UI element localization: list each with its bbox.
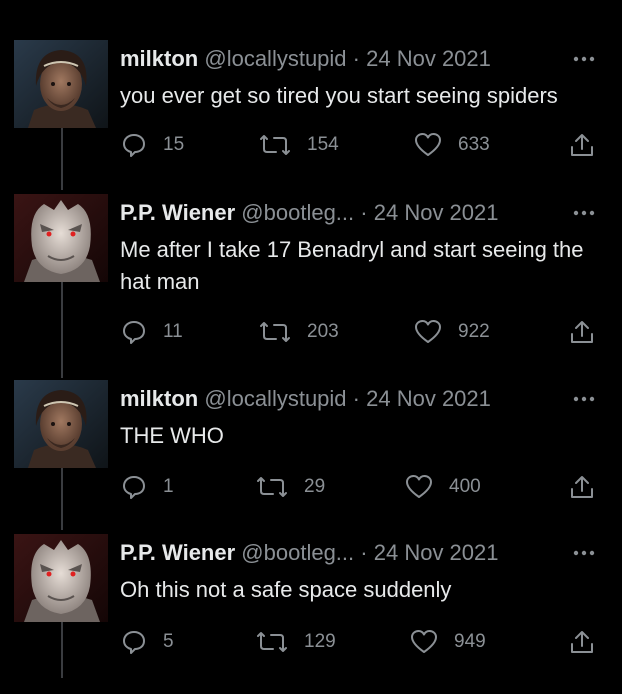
more-icon[interactable] — [566, 392, 602, 404]
heart-icon — [414, 319, 442, 345]
reply-count: 15 — [163, 134, 185, 155]
tweet-header: milkton @locallystupid · 24 Nov 2021 — [120, 44, 491, 74]
reply-icon — [121, 629, 147, 655]
user-handle[interactable]: @bootleg... — [241, 540, 354, 565]
reply-count: 11 — [163, 321, 183, 342]
avatar[interactable] — [14, 40, 108, 128]
more-icon[interactable] — [566, 546, 602, 558]
reply-count: 5 — [163, 631, 174, 652]
retweet-button[interactable]: 154 — [259, 128, 339, 162]
like-count: 922 — [458, 321, 490, 342]
retweet-count: 129 — [304, 631, 336, 652]
tweet-text: Oh this not a safe space suddenly — [120, 577, 452, 602]
retweet-count: 29 — [304, 476, 326, 497]
like-button[interactable]: 949 — [410, 625, 486, 659]
reply-button[interactable]: 5 — [121, 625, 174, 659]
tweet[interactable]: milkton @locallystupid · 24 Nov 2021 you… — [0, 40, 622, 170]
display-name[interactable]: P.P. Wiener — [120, 200, 235, 225]
display-name[interactable]: milkton — [120, 46, 198, 71]
share-icon — [569, 629, 595, 655]
tweet-date[interactable]: 24 Nov 2021 — [374, 200, 499, 225]
reply-button[interactable]: 11 — [121, 315, 183, 349]
retweet-count: 203 — [307, 321, 339, 342]
tweet-actions: 11 203 922 — [0, 315, 622, 349]
display-name[interactable]: milkton — [120, 386, 198, 411]
user-handle[interactable]: @bootleg... — [241, 200, 354, 225]
reply-icon — [121, 474, 147, 500]
share-icon — [569, 132, 595, 158]
like-button[interactable]: 922 — [414, 315, 490, 349]
tweet-date[interactable]: 24 Nov 2021 — [366, 46, 491, 71]
tweet-text: THE WHO — [120, 423, 224, 448]
tweet-actions: 15 154 633 — [0, 128, 622, 162]
tweet-text: Me after I take 17 Benadryl and start se… — [120, 237, 584, 294]
retweet-icon — [256, 474, 288, 500]
retweet-icon — [256, 629, 288, 655]
tweet-header: P.P. Wiener @bootleg... · 24 Nov 2021 — [120, 538, 499, 568]
share-button[interactable] — [569, 625, 595, 659]
like-button[interactable]: 633 — [414, 128, 490, 162]
heart-icon — [405, 474, 433, 500]
share-icon — [569, 319, 595, 345]
retweet-button[interactable]: 129 — [256, 625, 336, 659]
like-count: 949 — [454, 631, 486, 652]
share-button[interactable] — [569, 470, 595, 504]
like-button[interactable]: 400 — [405, 470, 481, 504]
reply-button[interactable]: 1 — [121, 470, 174, 504]
tweet-text: you ever get so tired you start seeing s… — [120, 83, 558, 108]
more-icon[interactable] — [566, 206, 602, 218]
tweet-actions: 5 129 949 — [0, 625, 622, 659]
separator: · — [360, 200, 368, 225]
reply-count: 1 — [163, 476, 174, 497]
like-count: 633 — [458, 134, 490, 155]
display-name[interactable]: P.P. Wiener — [120, 540, 235, 565]
separator: · — [352, 46, 360, 71]
more-icon[interactable] — [566, 52, 602, 64]
retweet-button[interactable]: 203 — [259, 315, 339, 349]
tweet-date[interactable]: 24 Nov 2021 — [366, 386, 491, 411]
retweet-icon — [259, 319, 291, 345]
heart-icon — [410, 629, 438, 655]
avatar[interactable] — [14, 534, 108, 622]
user-handle[interactable]: @locallystupid — [204, 46, 346, 71]
avatar[interactable] — [14, 380, 108, 468]
retweet-count: 154 — [307, 134, 339, 155]
tweet[interactable]: P.P. Wiener @bootleg... · 24 Nov 2021 Oh… — [0, 534, 622, 674]
avatar[interactable] — [14, 194, 108, 282]
user-handle[interactable]: @locallystupid — [204, 386, 346, 411]
tweet-date[interactable]: 24 Nov 2021 — [374, 540, 499, 565]
separator: · — [360, 540, 368, 565]
reply-icon — [121, 132, 147, 158]
tweet-actions: 1 29 400 — [0, 470, 622, 504]
tweet-header: P.P. Wiener @bootleg... · 24 Nov 2021 — [120, 198, 499, 228]
separator: · — [352, 386, 360, 411]
heart-icon — [414, 132, 442, 158]
like-count: 400 — [449, 476, 481, 497]
share-icon — [569, 474, 595, 500]
reply-icon — [121, 319, 147, 345]
retweet-icon — [259, 132, 291, 158]
share-button[interactable] — [569, 128, 595, 162]
retweet-button[interactable]: 29 — [256, 470, 325, 504]
share-button[interactable] — [569, 315, 595, 349]
tweet[interactable]: P.P. Wiener @bootleg... · 24 Nov 2021 Me… — [0, 194, 622, 364]
tweet[interactable]: milkton @locallystupid · 24 Nov 2021 THE… — [0, 380, 622, 510]
tweet-header: milkton @locallystupid · 24 Nov 2021 — [120, 384, 491, 414]
reply-button[interactable]: 15 — [121, 128, 184, 162]
